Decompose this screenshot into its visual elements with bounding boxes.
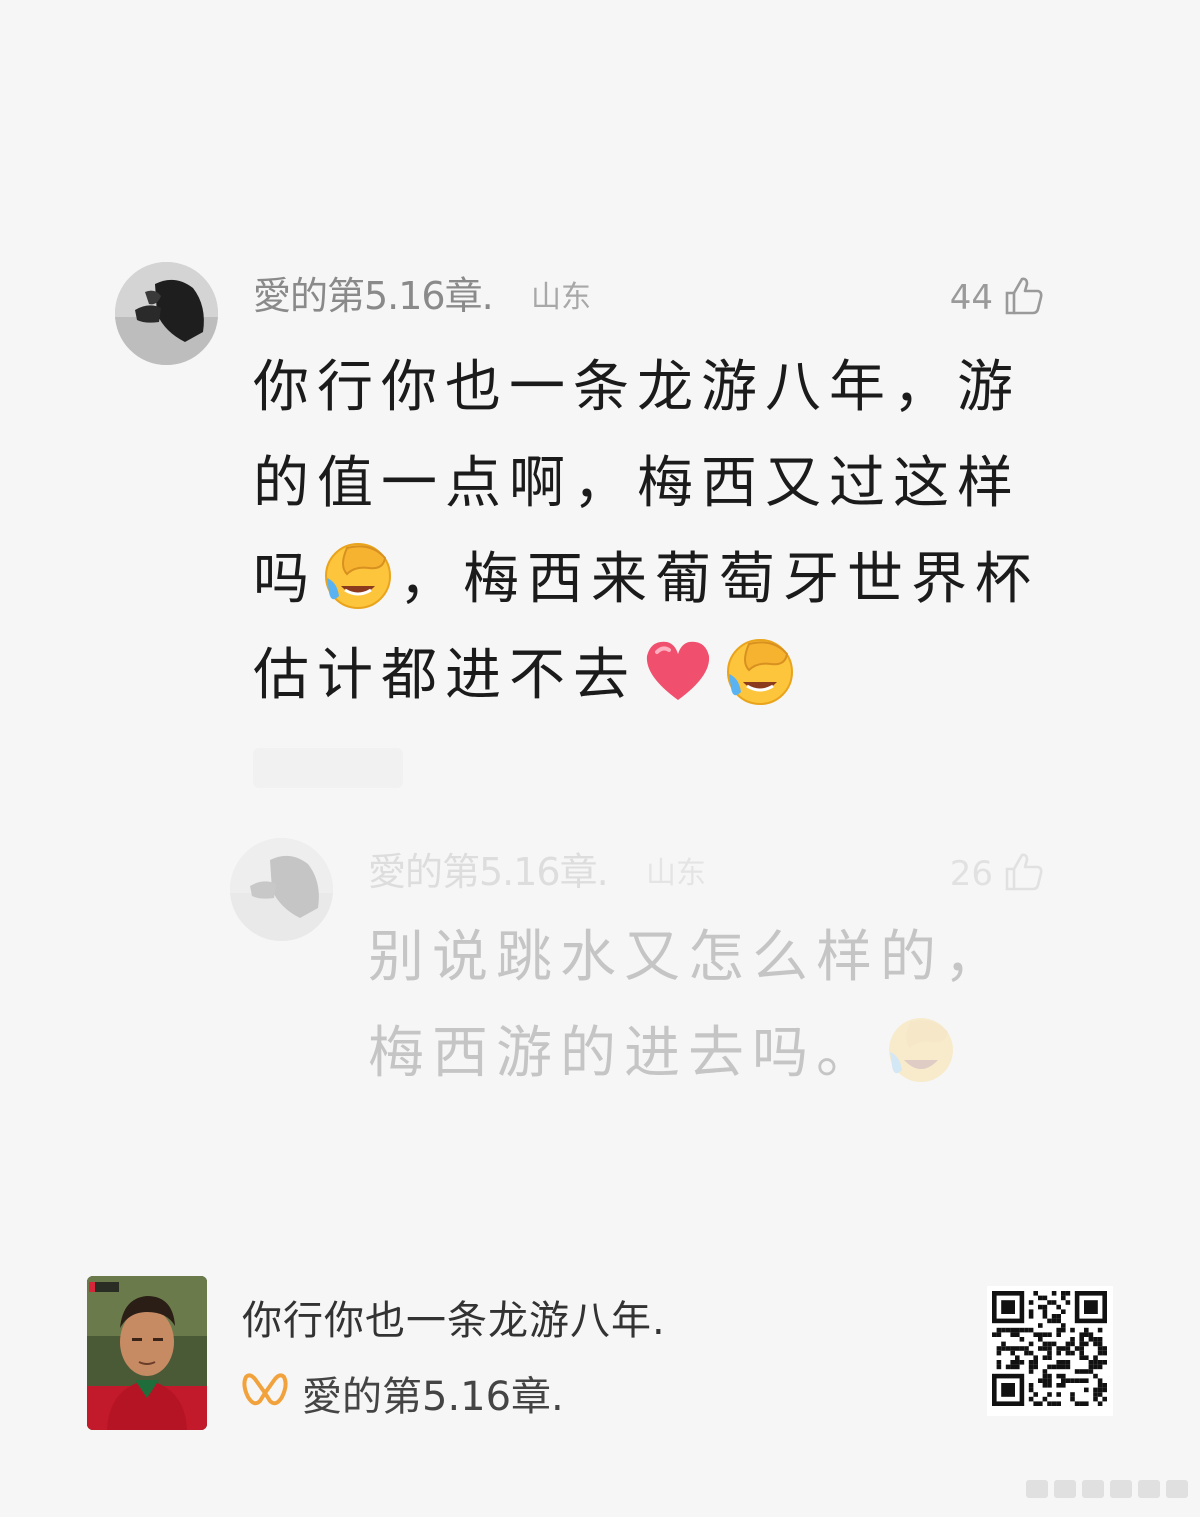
like-button[interactable]: 44 (950, 274, 1045, 322)
thumbs-up-icon (1003, 851, 1045, 897)
crying-laughing-facepalm-icon (884, 1012, 958, 1086)
card-author[interactable]: 愛的第5.16章. (242, 1366, 564, 1420)
comment-header: 愛的第5.16章. 山东 26 (368, 846, 1045, 898)
comment-text: 别说跳水又怎么样的，梅西游的进去吗。 (368, 910, 1028, 1102)
username[interactable]: 愛的第5.16章. (253, 270, 494, 322)
avatar[interactable] (230, 838, 333, 941)
watermark (1024, 1474, 1192, 1504)
like-button[interactable]: 26 (950, 850, 1045, 898)
logo-icon (242, 1371, 288, 1415)
location: 山东 (646, 856, 706, 891)
share-card[interactable]: 你行你也一条龙游八年. 愛的第5.16章. (87, 1276, 1117, 1432)
crying-laughing-facepalm-icon (723, 634, 797, 708)
thumbs-up-icon (1003, 275, 1045, 321)
post-thumbnail[interactable] (87, 1276, 207, 1430)
qr-code (987, 1286, 1113, 1416)
card-author-name: 愛的第5.16章. (302, 1374, 564, 1420)
comment-text: 你行你也一条龙游八年，游的值一点啊，梅西又过这样吗 ，梅西来葡萄牙世界杯估计都进… (253, 340, 1053, 724)
avatar[interactable] (115, 262, 218, 365)
like-count: 44 (949, 278, 993, 318)
comment-share-image: 愛的第5.16章. 山东 44 你行你也一条龙游八年，游的值一点啊，梅西又过这样… (0, 0, 1200, 1517)
card-title[interactable]: 你行你也一条龙游八年. (242, 1294, 666, 1348)
username[interactable]: 愛的第5.16章. (368, 846, 609, 898)
reply-hint-blurred (253, 748, 403, 788)
comment-header: 愛的第5.16章. 山东 44 (253, 270, 1045, 322)
crying-laughing-facepalm-icon (321, 538, 395, 612)
location: 山东 (531, 280, 591, 315)
like-count: 26 (949, 854, 993, 894)
red-heart-icon (641, 634, 715, 708)
